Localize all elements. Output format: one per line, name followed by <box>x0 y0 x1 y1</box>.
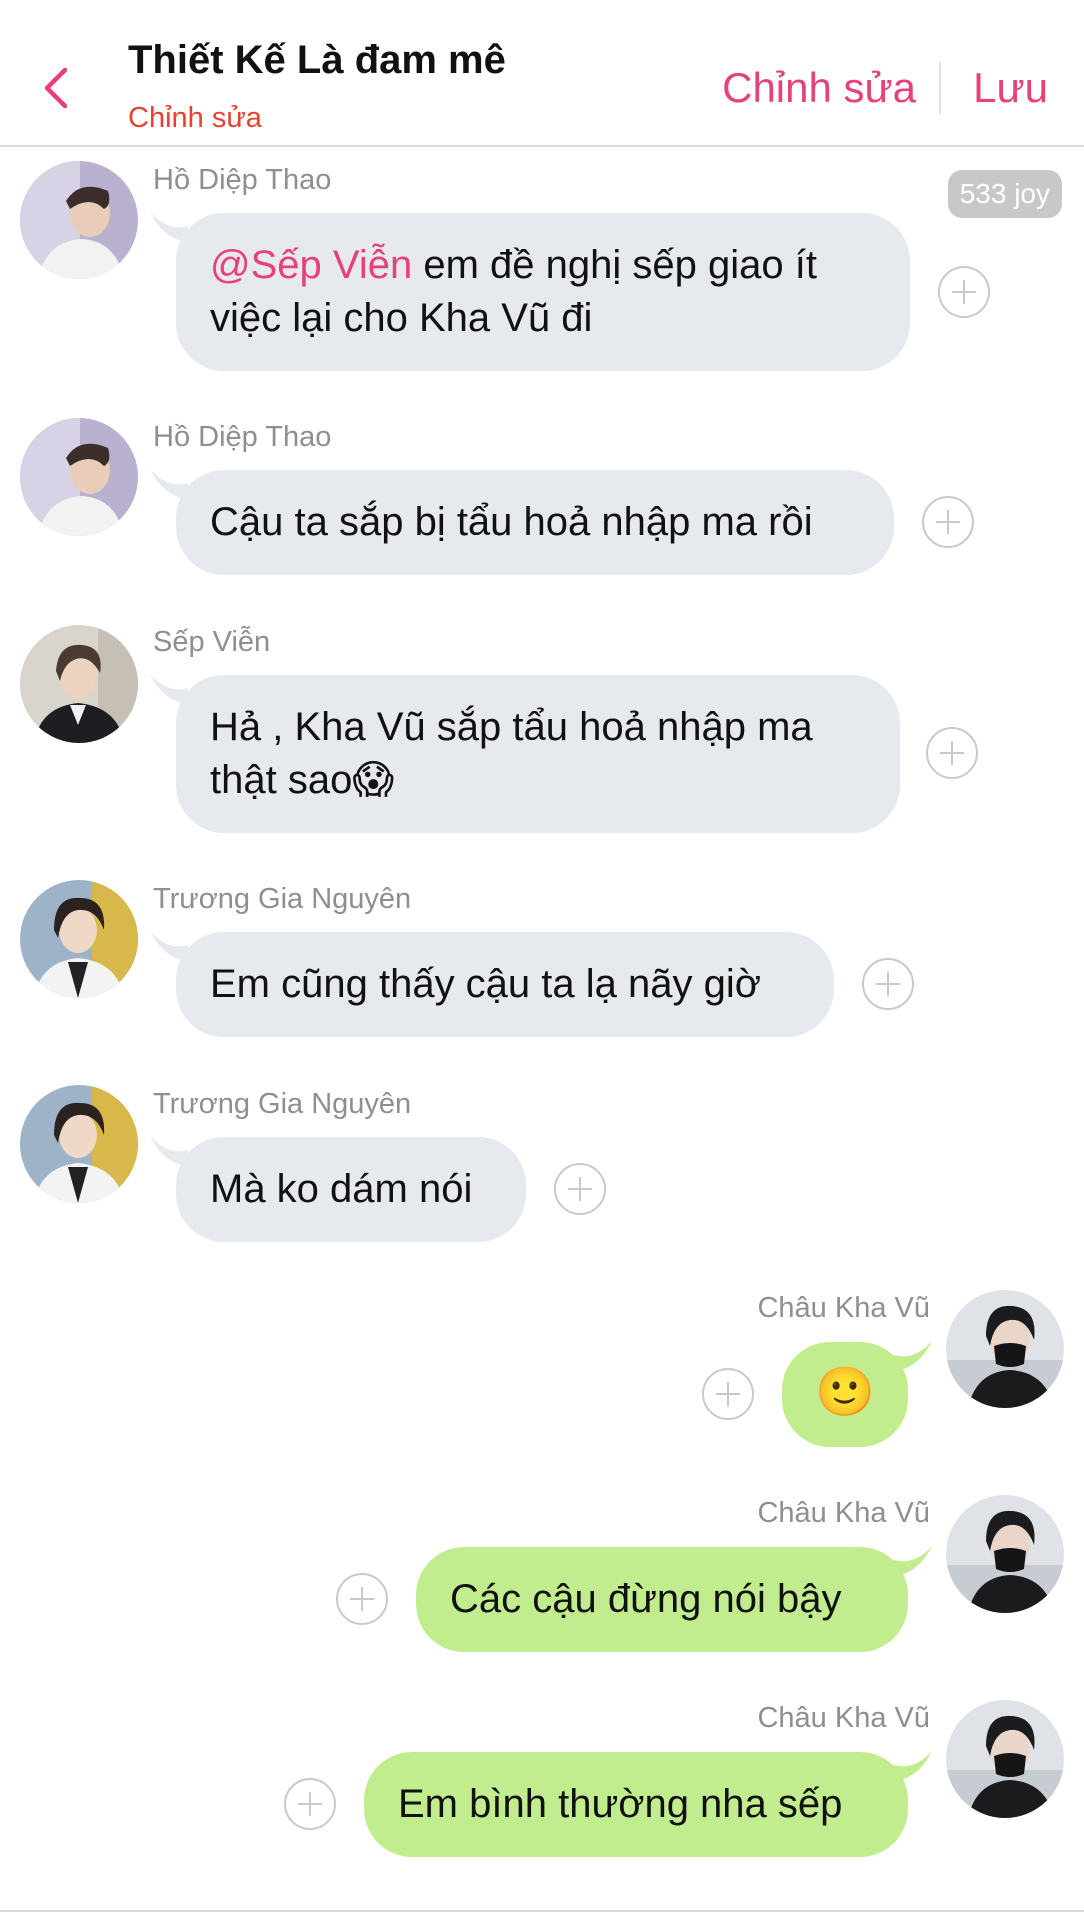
bottom-divider <box>0 1910 1084 1912</box>
add-reaction-button[interactable] <box>284 1778 336 1830</box>
message-text: Mà ko dám nói <box>210 1167 473 1211</box>
message-text: Em cũng thấy cậu ta lạ nãy giờ <box>210 962 761 1006</box>
sender-name: Trương Gia Nguyên <box>153 883 412 915</box>
message-text: Hả , Kha Vũ sắp tẩu hoả nhập ma <box>210 705 813 749</box>
sender-name: Trương Gia Nguyên <box>153 1088 412 1120</box>
save-button[interactable]: Lưu <box>973 64 1048 112</box>
add-reaction-button[interactable] <box>922 496 974 548</box>
avatar[interactable] <box>20 1085 138 1203</box>
mention-link[interactable]: @Sếp Viễn <box>210 243 412 287</box>
sender-name: Châu Kha Vũ <box>757 1292 930 1324</box>
sender-name: Châu Kha Vũ <box>757 1497 930 1529</box>
smile-emoji-icon: 🙂 <box>815 1364 875 1420</box>
sender-name: Hồ Diệp Thao <box>153 421 332 453</box>
edit-button[interactable]: Chỉnh sửa <box>722 64 916 112</box>
chevron-left-icon <box>44 67 68 109</box>
avatar[interactable] <box>946 1495 1064 1613</box>
add-reaction-button[interactable] <box>554 1163 606 1215</box>
message-text: việc lại cho Kha Vũ đi <box>210 296 593 340</box>
message-bubble[interactable]: Hả , Kha Vũ sắp tẩu hoả nhập ma thật sao… <box>176 675 900 833</box>
add-reaction-button[interactable] <box>336 1573 388 1625</box>
avatar[interactable] <box>946 1290 1064 1408</box>
message-bubble[interactable]: @Sếp Viễn em đề nghị sếp giao ít việc lạ… <box>176 213 910 371</box>
message-text: em đề nghị sếp giao ít <box>412 243 817 287</box>
message-bubble[interactable]: Cậu ta sắp bị tẩu hoả nhập ma rồi <box>176 470 894 575</box>
message-text: Em bình thường nha sếp <box>398 1782 843 1826</box>
avatar[interactable] <box>946 1700 1064 1818</box>
message-text: thật sao <box>210 758 353 802</box>
back-button[interactable] <box>36 58 76 118</box>
sender-name: Sếp Viễn <box>153 626 271 658</box>
message-bubble[interactable]: Em bình thường nha sếp <box>364 1752 908 1857</box>
header-divider <box>939 62 941 114</box>
chat-header: Thiết Kế Là đam mê Chỉnh sửa Chỉnh sửa L… <box>0 0 1084 147</box>
add-reaction-button[interactable] <box>926 727 978 779</box>
avatar[interactable] <box>20 625 138 743</box>
avatar[interactable] <box>20 418 138 536</box>
scream-emoji-icon: 😱 <box>352 757 395 803</box>
avatar[interactable] <box>20 161 138 279</box>
add-reaction-button[interactable] <box>702 1368 754 1420</box>
joy-count-badge: 533 joy <box>947 170 1062 218</box>
add-reaction-button[interactable] <box>862 958 914 1010</box>
message-text: Các cậu đừng nói bậy <box>450 1577 842 1621</box>
avatar[interactable] <box>20 880 138 998</box>
sender-name: Châu Kha Vũ <box>757 1702 930 1734</box>
message-text: Cậu ta sắp bị tẩu hoả nhập ma rồi <box>210 500 813 544</box>
message-bubble[interactable]: Mà ko dám nói <box>176 1137 526 1242</box>
chat-title: Thiết Kế Là đam mê <box>128 38 506 82</box>
message-bubble[interactable]: 🙂 <box>782 1342 908 1447</box>
message-bubble[interactable]: Em cũng thấy cậu ta lạ nãy giờ <box>176 932 834 1037</box>
message-bubble[interactable]: Các cậu đừng nói bậy <box>416 1547 908 1652</box>
sender-name: Hồ Diệp Thao <box>153 164 332 196</box>
chat-subtitle: Chỉnh sửa <box>128 102 262 134</box>
add-reaction-button[interactable] <box>938 266 990 318</box>
